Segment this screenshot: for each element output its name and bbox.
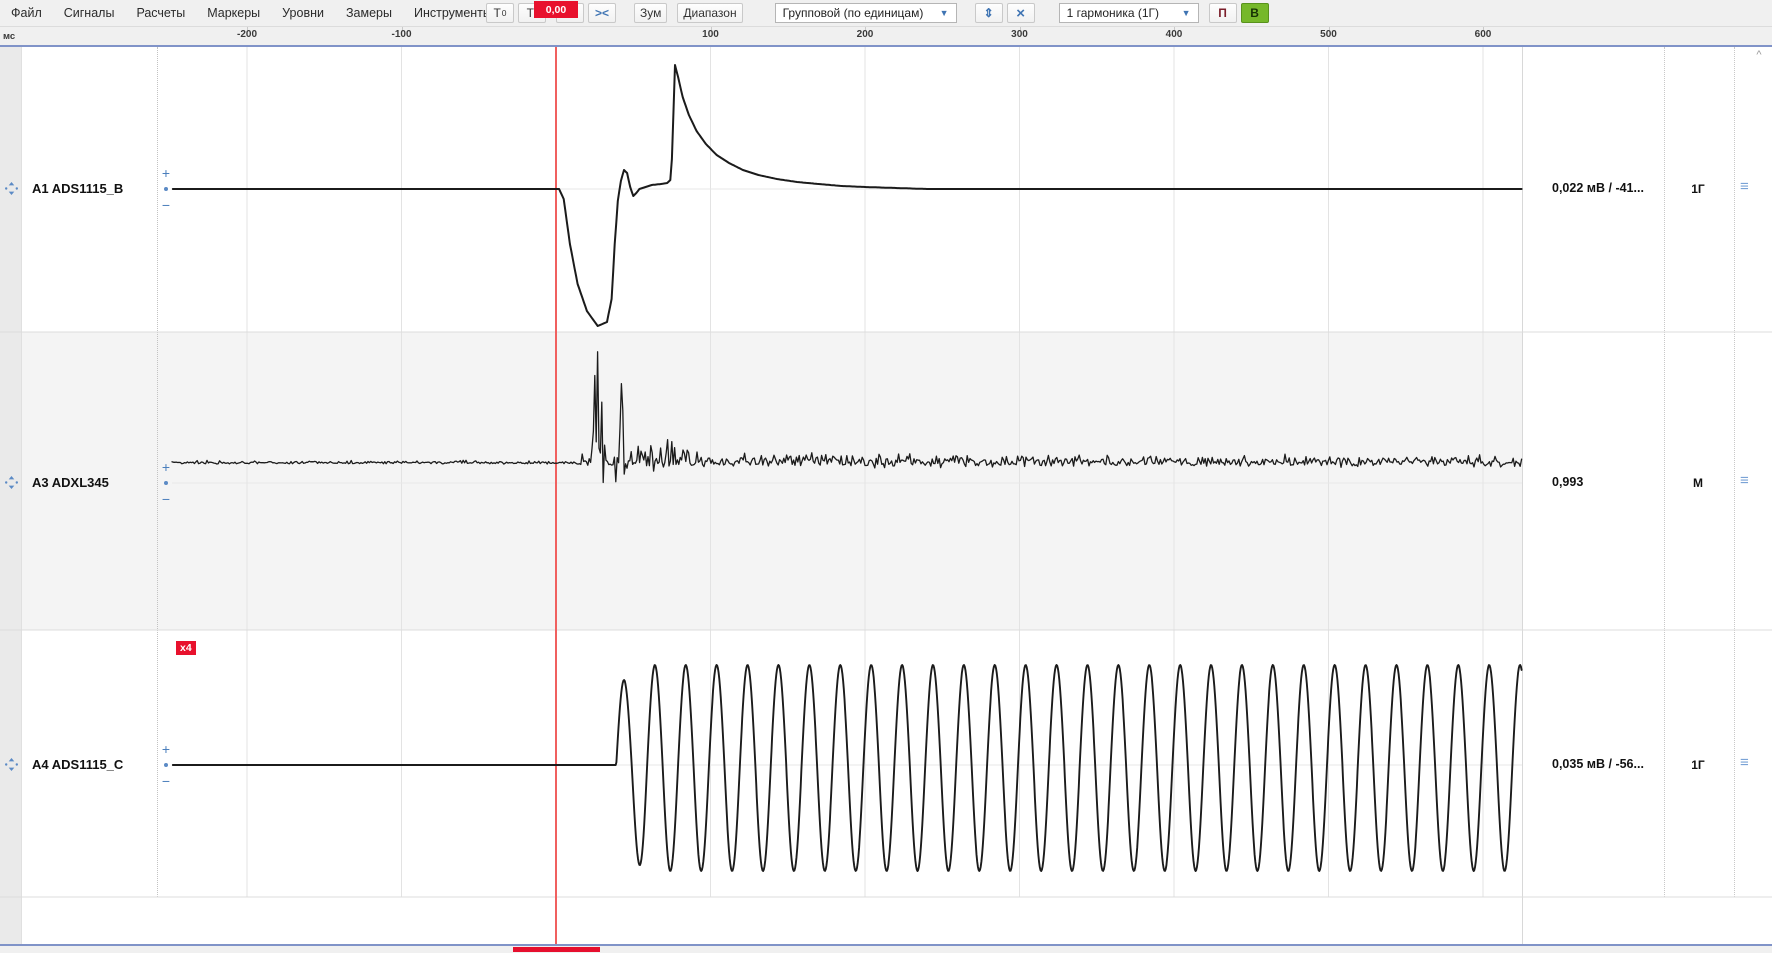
t0-button[interactable]: T0 bbox=[486, 3, 514, 23]
record-overview-bar[interactable] bbox=[0, 946, 1772, 953]
cursor-time-badge[interactable]: 0,00 bbox=[534, 1, 578, 18]
fit-vertical-icon[interactable]: ⇕ bbox=[975, 3, 1003, 23]
scale-plus-button[interactable]: + bbox=[159, 461, 173, 473]
visible-range-indicator[interactable] bbox=[513, 947, 600, 952]
channel-unit: 1Г bbox=[1672, 182, 1724, 196]
channel-label[interactable]: A1 ADS1115_B bbox=[32, 181, 123, 196]
channel-visibility-icon[interactable] bbox=[4, 475, 19, 490]
v-toggle-button[interactable]: В bbox=[1241, 3, 1269, 23]
plot-top-border bbox=[0, 45, 1772, 47]
scale-plus-button[interactable]: + bbox=[159, 167, 173, 179]
ruler-tick-label: 300 bbox=[1011, 29, 1028, 40]
menu-item-1[interactable]: Сигналы bbox=[53, 0, 126, 26]
channel-label[interactable]: A3 ADXL345 bbox=[32, 475, 109, 490]
ruler-tick-label: -200 bbox=[237, 29, 257, 40]
channel-menu-icon[interactable]: ≡ bbox=[1740, 180, 1749, 194]
reset-scale-icon[interactable]: × bbox=[1007, 3, 1035, 23]
channel-value: 0,993 bbox=[1552, 475, 1583, 489]
harmonic-dropdown[interactable]: 1 гармоника (1Г) ▼ bbox=[1059, 3, 1199, 23]
channel-value: 0,035 мВ / -56... bbox=[1552, 757, 1644, 771]
gain-multiplier-badge: x4 bbox=[176, 641, 196, 655]
menu-item-0[interactable]: Файл bbox=[0, 0, 53, 26]
channel-unit: М bbox=[1672, 476, 1724, 490]
toolbar: T0 Tf <> >< Зум Диапазон Групповой (по е… bbox=[486, 2, 1269, 24]
ruler-tick-label: 200 bbox=[857, 29, 874, 40]
ruler-tick-label: -100 bbox=[391, 29, 411, 40]
zoom-button[interactable]: Зум bbox=[634, 3, 667, 23]
range-button[interactable]: Диапазон bbox=[677, 3, 742, 23]
ruler-tick-label: 600 bbox=[1475, 29, 1492, 40]
menu-item-2[interactable]: Расчеты bbox=[125, 0, 196, 26]
scroll-up-icon[interactable]: ^ bbox=[1752, 50, 1766, 62]
scale-minus-button[interactable]: − bbox=[159, 199, 173, 211]
menu-items: ФайлСигналыРасчетыМаркерыУровниЗамерыИнс… bbox=[0, 0, 503, 26]
chevron-down-icon: ▼ bbox=[940, 8, 949, 18]
ruler-unit-label: мс bbox=[3, 31, 15, 42]
channel-value: 0,022 мВ / -41... bbox=[1552, 181, 1644, 195]
scale-minus-button[interactable]: − bbox=[159, 493, 173, 505]
scale-plus-button[interactable]: + bbox=[159, 743, 173, 755]
group-mode-dropdown[interactable]: Групповой (по единицам) ▼ bbox=[775, 3, 957, 23]
p-toggle-button[interactable]: П bbox=[1209, 3, 1237, 23]
zero-level-handle[interactable] bbox=[164, 481, 168, 485]
waveform-plot[interactable] bbox=[0, 47, 1772, 944]
signal-analyzer-window: ФайлСигналыРасчетыМаркерыУровниЗамерыИнс… bbox=[0, 0, 1772, 953]
menu-item-3[interactable]: Маркеры bbox=[196, 0, 271, 26]
chevron-down-icon: ▼ bbox=[1182, 8, 1191, 18]
ruler-tick-label: 400 bbox=[1166, 29, 1183, 40]
channel-label[interactable]: A4 ADS1115_C bbox=[32, 757, 123, 772]
channel-visibility-icon[interactable] bbox=[4, 757, 19, 772]
channel-menu-icon[interactable]: ≡ bbox=[1740, 756, 1749, 770]
channel-menu-icon[interactable]: ≡ bbox=[1740, 474, 1749, 488]
zero-level-handle[interactable] bbox=[164, 187, 168, 191]
zero-level-handle[interactable] bbox=[164, 763, 168, 767]
scale-minus-button[interactable]: − bbox=[159, 775, 173, 787]
menu-item-5[interactable]: Замеры bbox=[335, 0, 403, 26]
channel-visibility-icon[interactable] bbox=[4, 181, 19, 196]
channel-unit: 1Г bbox=[1672, 758, 1724, 772]
ruler-tick-label: 500 bbox=[1320, 29, 1337, 40]
time-ruler[interactable]: мс -200 -100 100 200 300 400 500 600 bbox=[0, 26, 1772, 45]
ruler-tick-label: 100 bbox=[702, 29, 719, 40]
collapse-horizontal-icon[interactable]: >< bbox=[588, 3, 616, 23]
menu-item-4[interactable]: Уровни bbox=[271, 0, 335, 26]
